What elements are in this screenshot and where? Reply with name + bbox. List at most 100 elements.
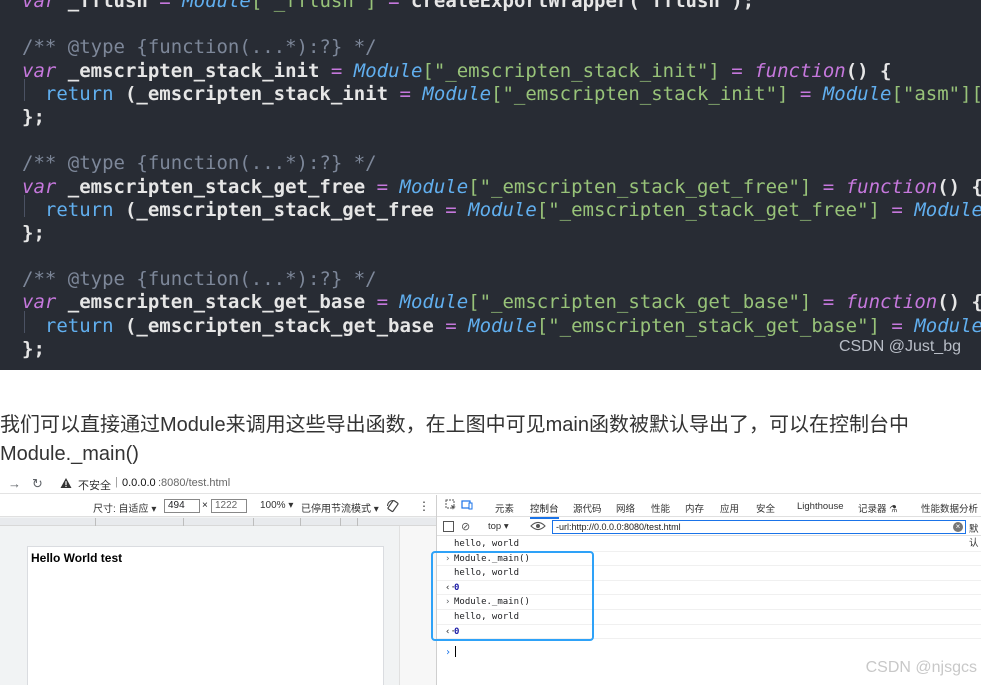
code-token: = (388, 0, 400, 12)
code-token: () { (937, 291, 981, 314)
more-options-icon[interactable]: ⋮ (418, 499, 430, 513)
code-token: _emscripten_stack_init (56, 59, 331, 82)
code-line: /** @type {function(...*):?} */ (22, 36, 981, 59)
context-select[interactable]: top ▾ (488, 521, 509, 532)
devtools-tab[interactable]: 控制台 (530, 501, 559, 519)
code-token: = (445, 314, 457, 337)
rotate-icon[interactable] (386, 499, 400, 513)
code-line: return (_emscripten_stack_init = Module[… (22, 83, 981, 106)
code-token: var (22, 291, 57, 314)
address-bar: → ↻ 不安全 | 0.0.0.0 :8080/test.html (0, 474, 981, 494)
clear-console-icon[interactable]: ⊘ (461, 520, 470, 533)
code-token: () { (845, 59, 892, 82)
width-input[interactable]: 494 (164, 499, 200, 513)
devtools-tab[interactable]: Lighthouse (797, 501, 843, 512)
code-token: Module (422, 82, 492, 105)
code-token: Module (914, 314, 981, 337)
throttle-select[interactable]: 已停用节流模式 ▾ (301, 500, 379, 515)
code-token: function (845, 175, 938, 198)
devtools-tab[interactable]: 内存 (685, 501, 704, 515)
devtools-tabbar: 元素 控制台 源代码 网络 性能 内存 应用 安全 Lighthouse 记录器 ⚗ 性能数据分析 … (437, 495, 981, 519)
code-token: Module (182, 0, 251, 12)
height-input[interactable]: 1222 (211, 499, 247, 513)
code-token: = (891, 198, 903, 221)
devtools-tab[interactable]: 元素 (495, 501, 514, 515)
code-token: _emscripten_stack_get_free (56, 175, 377, 198)
reload-icon[interactable]: ↻ (32, 476, 43, 492)
code-token: _emscripten_stack_get_base (56, 291, 377, 314)
code-token: = (376, 291, 389, 314)
code-token: return (22, 82, 114, 105)
ruler-tick (253, 518, 254, 526)
code-token: = (822, 175, 835, 198)
forward-arrow-icon[interactable]: → (8, 476, 21, 491)
inspect-element-icon[interactable] (445, 499, 457, 511)
code-token: ["_emscripten_stack_init"] (491, 82, 789, 105)
code-token: ["_emscripten_stack_get_base"] (536, 314, 880, 337)
code-token: ["_emscripten_stack_get_base"] (468, 291, 812, 314)
highlight-box (431, 551, 594, 641)
zoom-select[interactable]: 100% ▾ (260, 500, 293, 511)
code-line: return (_emscripten_stack_get_base = Mod… (22, 315, 981, 338)
code-token: var (22, 175, 57, 198)
code-token: _fflush (56, 0, 160, 12)
code-token: return (22, 314, 114, 337)
code-line: var _fflush = Module["_fflush"] = create… (22, 0, 981, 13)
code-token: }; (22, 221, 45, 244)
code-token: createExportWrapper("fflush"); (399, 0, 755, 12)
insecure-label[interactable]: 不安全 (78, 477, 111, 493)
code-token: () { (937, 175, 981, 198)
url-path[interactable]: :8080/test.html (158, 477, 230, 489)
sidebar-toggle-icon[interactable] (443, 521, 454, 532)
devtools-tab[interactable]: 应用 (720, 501, 739, 515)
code-token: function (845, 291, 938, 314)
code-token: Module (399, 291, 469, 314)
page-frame: Hello World test (27, 546, 384, 685)
code-token: (_emscripten_stack_init (113, 82, 400, 105)
clear-filter-icon[interactable]: × (953, 522, 963, 532)
dimensions-select[interactable]: 尺寸: 自适应 ▾ (93, 500, 156, 515)
url-host[interactable]: 0.0.0.0 (122, 477, 156, 489)
code-token: = (445, 198, 457, 221)
code-line: var _emscripten_stack_get_base = Module[… (22, 291, 981, 314)
code-token: Module (468, 198, 537, 221)
code-token: = (891, 314, 903, 337)
code-token: Module (353, 59, 423, 82)
code-token: ["_emscripten_stack_get_free"] (468, 175, 812, 198)
code-watermark: CSDN @Just_bg (838, 337, 961, 355)
warning-icon (60, 478, 72, 488)
code-token: ["_emscripten_stack_get_free"] (536, 198, 880, 221)
code-line: }; (22, 338, 981, 361)
devtools-tab[interactable]: 性能 (651, 501, 670, 515)
devtools-tab[interactable]: 记录器 ⚗ (858, 501, 898, 515)
code-token: (_emscripten_stack_get_base (113, 314, 446, 337)
ruler-tick (300, 518, 301, 526)
code-token: ["asm"]["ems (891, 82, 981, 105)
media-query-ruler (0, 518, 436, 526)
ruler-tick (183, 518, 184, 526)
code-line: return (_emscripten_stack_get_free = Mod… (22, 199, 981, 222)
code-block: var _fflush = Module["_fflush"] = create… (0, 0, 981, 370)
console-input-cursor[interactable] (455, 646, 456, 657)
console-filter-input[interactable] (552, 520, 966, 534)
code-token: var (22, 0, 57, 12)
live-expression-eye-icon[interactable] (530, 520, 546, 532)
devtools-tab[interactable]: 性能数据分析 ⚗ (921, 501, 981, 515)
devtools-tab[interactable]: 源代码 (573, 501, 602, 515)
device-toggle-icon[interactable] (461, 499, 473, 511)
devtools-tab[interactable]: 安全 (756, 501, 775, 515)
devtools-tab[interactable]: 网络 (616, 501, 635, 515)
ruler-tick (357, 518, 358, 526)
